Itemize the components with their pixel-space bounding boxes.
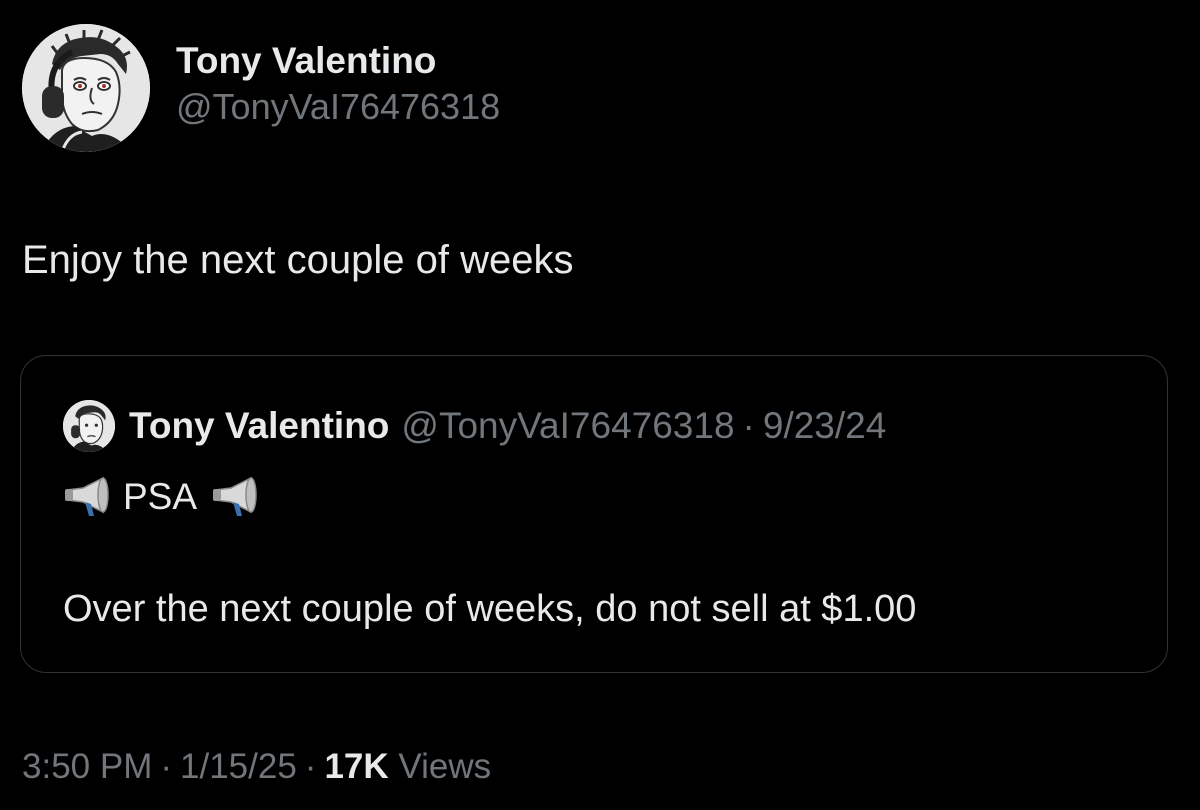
views-label: Views xyxy=(398,747,492,786)
psa-label: PSA xyxy=(123,476,198,517)
wojak-avatar-icon xyxy=(63,400,115,452)
wojak-avatar-icon xyxy=(22,24,150,152)
quoted-author-avatar[interactable] xyxy=(63,400,115,452)
quoted-tweet-header: Tony Valentino @TonyVaI76476318 · 9/23/2… xyxy=(63,400,886,452)
tweet-text: Enjoy the next couple of weeks xyxy=(22,238,574,282)
tweet-time[interactable]: 3:50 PM xyxy=(22,747,152,786)
author-display-name[interactable]: Tony Valentino xyxy=(176,39,500,83)
tweet-meta: 3:50 PM · 1/15/25 · 17K Views xyxy=(22,744,491,790)
megaphone-icon xyxy=(63,474,111,520)
quoted-author-display-name[interactable]: Tony Valentino xyxy=(129,405,389,447)
views-count[interactable]: 17K xyxy=(324,747,388,786)
quoted-tweet-body: Over the next couple of weeks, do not se… xyxy=(63,588,917,630)
quoted-author-handle[interactable]: @TonyVaI76476318 xyxy=(401,405,734,447)
quoted-separator-dot: · xyxy=(742,405,755,446)
megaphone-icon xyxy=(211,474,259,520)
meta-separator-dot: · xyxy=(160,747,173,786)
tweet-date[interactable]: 1/15/25 xyxy=(180,747,297,786)
author-names: Tony Valentino @TonyVaI76476318 xyxy=(176,39,500,129)
quoted-tweet-date[interactable]: 9/23/24 xyxy=(763,405,886,447)
author-handle[interactable]: @TonyVaI76476318 xyxy=(176,85,500,129)
tweet-header: Tony Valentino @TonyVaI76476318 xyxy=(22,24,500,152)
meta-separator-dot: · xyxy=(304,747,317,786)
quoted-tweet-card[interactable]: Tony Valentino @TonyVaI76476318 · 9/23/2… xyxy=(20,355,1168,673)
author-avatar[interactable] xyxy=(22,24,150,152)
quoted-tweet-psa-line: PSA xyxy=(63,474,259,520)
